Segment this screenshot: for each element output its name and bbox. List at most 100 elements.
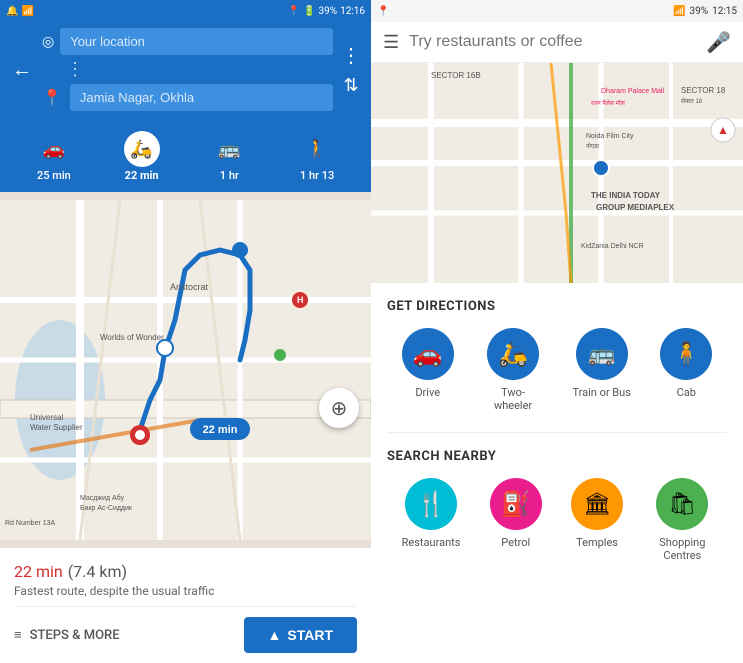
destination-input[interactable] — [70, 84, 333, 111]
location-icon: 📍 — [288, 6, 300, 17]
direction-twowheeler-icon: 🛵 — [487, 328, 539, 380]
map-svg-right: SECTOR 16B Dharam Palace Mall धरम पैलेस … — [371, 63, 743, 283]
status-icons-left: 🔔 📶 — [6, 6, 34, 17]
time-value: 22 min — [14, 562, 63, 581]
nearby-temples[interactable]: 🏛 Temples — [571, 478, 623, 562]
svg-text:Water Supplier: Water Supplier — [30, 423, 83, 432]
get-directions-title: GET DIRECTIONS — [387, 299, 727, 314]
origin-input[interactable] — [60, 28, 333, 55]
walk-icon-wrap: 🚶 — [299, 131, 335, 167]
bus-icon-wrap: 🚌 — [211, 131, 247, 167]
nearby-temples-label: Temples — [576, 536, 618, 549]
search-nearby-grid: 🍴 Restaurants ⛽ Petrol 🏛 Temples — [387, 478, 727, 562]
direction-drive[interactable]: 🚗 Drive — [402, 328, 454, 412]
travel-time: 22 min (7.4 km) — [14, 558, 357, 582]
time-right: 12:15 — [712, 6, 737, 17]
hamburger-icon[interactable]: ☰ — [383, 32, 399, 53]
origin-row: ← ◎ ⋮ 📍 ⋮ ⇅ — [10, 28, 361, 111]
route-dots: ⋮ — [66, 59, 333, 80]
walk-icon: 🚶 — [306, 139, 328, 160]
svg-text:नोएडा: नोएडा — [586, 142, 599, 150]
map-area-right[interactable]: SECTOR 16B Dharam Palace Mall धरम पैलेस … — [371, 63, 743, 283]
shopping-bag-icon: 🛍 — [668, 492, 696, 517]
nearby-petrol-icon: ⛽ — [490, 478, 542, 530]
cab-person-icon: 🧍 — [673, 342, 700, 367]
nearby-petrol[interactable]: ⛽ Petrol — [490, 478, 542, 562]
svg-text:Бакр Ас-Сиддик: Бакр Ас-Сиддик — [80, 505, 133, 512]
svg-text:22 min: 22 min — [203, 424, 238, 436]
steps-more-button[interactable]: ≡ STEPS & MORE — [14, 627, 120, 643]
bottom-info: 22 min (7.4 km) Fastest route, despite t… — [0, 548, 371, 663]
nearby-petrol-label: Petrol — [501, 536, 530, 549]
svg-text:Worlds of Wonder: Worlds of Wonder — [100, 333, 164, 342]
bottom-actions: ≡ STEPS & MORE ▲ START — [14, 606, 357, 663]
search-bar: ☰ 🎤 — [371, 22, 743, 63]
svg-text:Rd Number 13A: Rd Number 13A — [5, 520, 56, 527]
direction-trainbus[interactable]: 🚌 Train or Bus — [572, 328, 630, 412]
direction-trainbus-label: Train or Bus — [572, 386, 630, 399]
get-directions-grid: 🚗 Drive 🛵 Two-wheeler 🚌 Train or Bus — [387, 328, 727, 412]
drive-icon-wrap: 🚗 — [36, 131, 72, 167]
right-panel: 📍 📶 39% 12:15 ☰ 🎤 — [371, 0, 743, 663]
transport-drive[interactable]: 🚗 25 min — [24, 131, 84, 182]
drive-time: 25 min — [37, 169, 71, 182]
search-nearby-title: SEARCH NEARBY — [387, 449, 727, 464]
location-target-button[interactable]: ⊕ — [319, 388, 359, 428]
nearby-restaurants-icon: 🍴 — [405, 478, 457, 530]
swap-button[interactable]: ⇅ — [343, 75, 358, 96]
status-info-left: 📍 🔋 39% 12:16 — [288, 6, 365, 17]
navigation-icon: ▲ — [268, 627, 282, 643]
motorcycle-icon: 🛵 — [498, 340, 528, 368]
more-options-button[interactable]: ⋮ — [341, 43, 361, 67]
bus-time: 1 hr — [220, 169, 239, 182]
direction-twowheeler-label: Two-wheeler — [483, 386, 543, 412]
microphone-icon[interactable]: 🎤 — [706, 30, 731, 54]
destination-pin-icon: 📍 — [42, 88, 62, 107]
steps-icon: ≡ — [14, 627, 22, 643]
distance-value: (7.4 km) — [68, 562, 127, 581]
target-icon: ⊕ — [331, 396, 348, 420]
bus-train-icon: 🚌 — [588, 342, 615, 367]
svg-text:Масджид Абу: Масджид Абу — [80, 494, 125, 502]
twowheeler-icon: 🛵 — [130, 139, 152, 160]
svg-text:▲: ▲ — [717, 123, 729, 137]
direction-drive-icon: 🚗 — [402, 328, 454, 380]
status-info-right: 📶 39% 12:15 — [673, 6, 737, 17]
svg-text:H: H — [297, 295, 304, 305]
status-bar-right: 📍 📶 39% 12:15 — [371, 0, 743, 22]
start-button[interactable]: ▲ START — [244, 617, 357, 653]
fuel-icon: ⛽ — [501, 490, 531, 518]
svg-text:SECTOR 18: SECTOR 18 — [681, 86, 726, 95]
direction-cab[interactable]: 🧍 Cab — [660, 328, 712, 412]
direction-twowheeler[interactable]: 🛵 Two-wheeler — [483, 328, 543, 412]
svg-text:Dharam Palace Mall: Dharam Palace Mall — [601, 88, 664, 95]
back-button[interactable]: ← — [10, 57, 34, 82]
nearby-restaurants[interactable]: 🍴 Restaurants — [402, 478, 461, 562]
section-divider — [387, 432, 727, 433]
map-area-left[interactable]: Aristocrat Worlds of Wonder Universal Wa… — [0, 192, 371, 548]
nearby-shopping[interactable]: 🛍 Shopping Centres — [652, 478, 712, 562]
current-location-dot-icon: ◎ — [42, 34, 54, 50]
fork-scissors-icon: 🍴 — [416, 490, 446, 518]
nearby-shopping-label: Shopping Centres — [652, 536, 712, 562]
svg-text:Noida Film City: Noida Film City — [586, 133, 634, 140]
battery-icon: 🔋 — [303, 6, 315, 17]
status-icons-right: 📍 — [377, 6, 389, 17]
direction-cab-label: Cab — [677, 386, 696, 399]
transport-twowheeler[interactable]: 🛵 22 min — [112, 131, 172, 182]
location-inputs: ◎ ⋮ 📍 — [42, 28, 333, 111]
twowheeler-time: 22 min — [125, 169, 159, 182]
svg-text:Aristocrat: Aristocrat — [170, 282, 209, 292]
twowheeler-icon-wrap: 🛵 — [124, 131, 160, 167]
svg-text:Universal: Universal — [30, 413, 64, 422]
transport-walk[interactable]: 🚶 1 hr 13 — [287, 131, 347, 182]
search-input[interactable] — [409, 33, 696, 51]
temple-icon: 🏛 — [583, 492, 611, 517]
notification-icon: 🔔 — [6, 6, 18, 17]
transport-bus[interactable]: 🚌 1 hr — [199, 131, 259, 182]
nearby-temples-icon: 🏛 — [571, 478, 623, 530]
direction-drive-label: Drive — [415, 386, 440, 399]
direction-trainbus-icon: 🚌 — [576, 328, 628, 380]
location-icon-right: 📍 — [377, 6, 389, 17]
svg-text:KidZania Delhi NCR: KidZania Delhi NCR — [581, 243, 644, 250]
